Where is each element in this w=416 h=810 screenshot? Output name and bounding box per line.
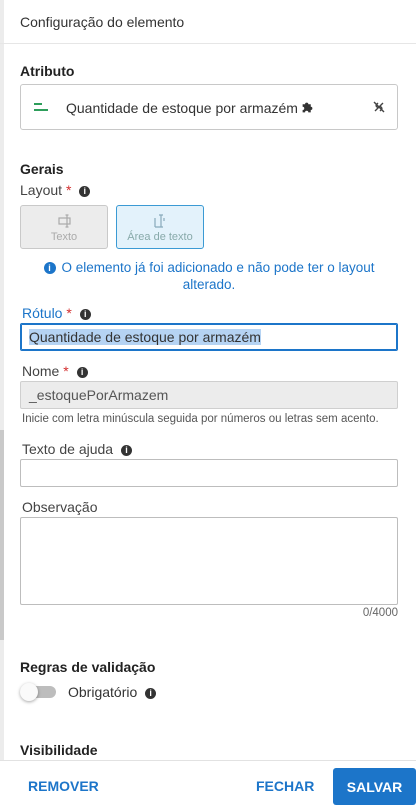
close-button[interactable]: FECHAR <box>256 778 314 794</box>
info-icon[interactable]: i <box>145 688 157 699</box>
info-icon[interactable]: i <box>79 186 91 197</box>
info-icon[interactable]: i <box>79 309 91 320</box>
remove-button[interactable]: REMOVER <box>28 778 99 794</box>
layout-notice: iO elemento já foi adicionado e não pode… <box>30 259 388 293</box>
required-toggle-label: Obrigatório i <box>68 684 157 700</box>
required-toggle[interactable] <box>20 683 56 701</box>
observation-label: Observação <box>22 499 98 515</box>
info-circle-icon: i <box>43 262 56 274</box>
required-mark: * <box>65 182 72 198</box>
layout-option-label: Área de texto <box>127 231 193 243</box>
general-section-title: Gerais <box>20 161 64 177</box>
nome-helper-text: Inicie com letra minúscula seguida por n… <box>22 413 379 425</box>
layout-label: Layout * i <box>20 182 91 198</box>
rotulo-input-value: Quantidade de estoque por armazém <box>29 329 261 345</box>
info-icon[interactable]: i <box>76 367 88 378</box>
info-icon[interactable]: i <box>120 445 132 456</box>
panel-edge <box>0 0 4 810</box>
attribute-name: Quantidade de estoque por armazém <box>66 100 298 116</box>
text-lines-icon <box>34 103 48 113</box>
layout-option-textarea[interactable]: Área de texto <box>116 205 204 249</box>
attribute-card: Quantidade de estoque por armazém <box>20 84 398 130</box>
nome-input[interactable]: _estoquePorArmazem <box>20 381 398 409</box>
help-text-input[interactable] <box>20 459 398 487</box>
text-field-icon <box>58 214 71 228</box>
nome-input-value: _estoquePorArmazem <box>29 387 169 403</box>
nome-label: Nome * i <box>22 363 88 379</box>
text-area-icon <box>154 214 165 228</box>
save-button[interactable]: SALVAR <box>333 768 416 805</box>
unlink-icon[interactable] <box>371 99 387 115</box>
validation-section-title: Regras de validação <box>20 659 156 675</box>
observation-counter: 0/4000 <box>362 607 398 619</box>
puzzle-icon <box>302 102 313 113</box>
panel-title: Configuração do elemento <box>20 14 185 30</box>
panel-footer: REMOVER FECHAR SALVAR <box>0 760 416 810</box>
help-text-label: Texto de ajuda i <box>22 441 132 457</box>
scrollbar[interactable] <box>0 430 4 640</box>
visibility-section-title: Visibilidade <box>20 742 98 758</box>
layout-option-label: Texto <box>50 231 78 243</box>
layout-option-text[interactable]: Texto <box>20 205 108 249</box>
toggle-knob <box>20 683 38 701</box>
panel-header: Configuração do elemento <box>0 0 416 44</box>
observation-textarea[interactable] <box>20 517 398 605</box>
rotulo-label: Rótulo * i <box>22 305 91 321</box>
rotulo-input[interactable]: Quantidade de estoque por armazém <box>20 323 398 351</box>
attribute-section-title: Atributo <box>20 63 75 79</box>
